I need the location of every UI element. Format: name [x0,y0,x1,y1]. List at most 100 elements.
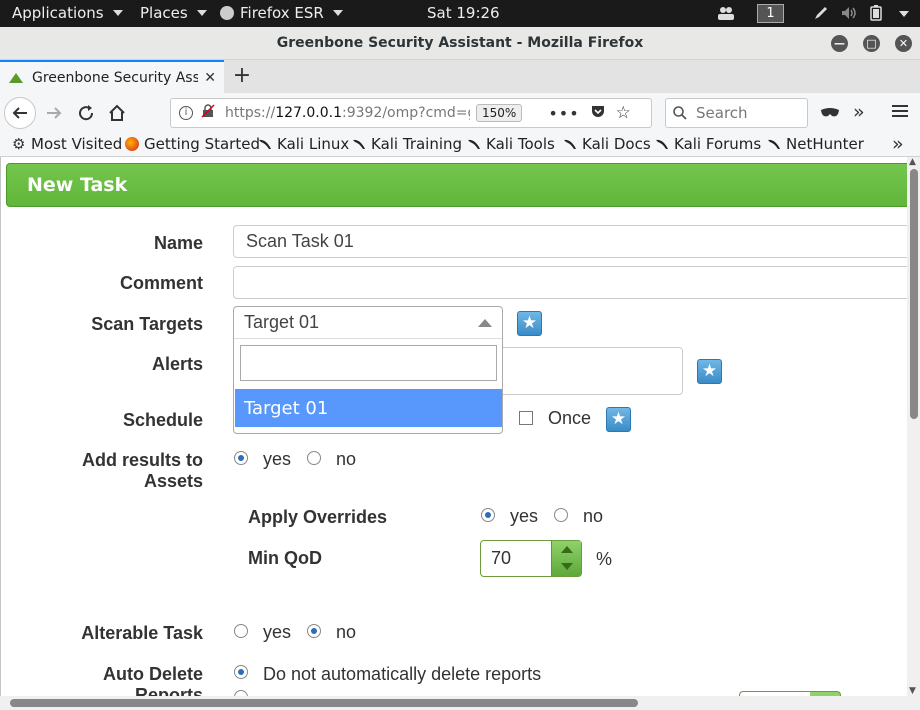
new-alert-button[interactable]: ★ [697,359,722,384]
pocket-icon[interactable] [590,103,606,123]
bookmark-kali-forums[interactable]: Kali Forums [655,135,761,153]
private-mask-icon[interactable] [820,105,840,124]
chevron-down-icon[interactable] [561,563,573,570]
apply-overrides-label: Apply Overrides [248,507,388,527]
new-tab-button[interactable]: + [230,63,254,89]
hamburger-menu-icon[interactable] [892,103,908,123]
volume-icon[interactable] [840,5,858,25]
greenbone-favicon-icon [9,72,23,83]
close-tab-icon[interactable]: ✕ [204,70,216,86]
tab-greenbone[interactable]: Greenbone Security Assis ✕ [0,60,224,93]
home-icon [109,104,125,121]
workspace-indicator[interactable]: 1 [757,4,784,23]
dropdown-search-input[interactable] [240,345,497,381]
scan-targets-label: Scan Targets [91,314,203,334]
navigation-bar: i https://127.0.0.1:9392/omp?cmd=get 150… [0,93,920,132]
bookmark-label: Kali Tools [486,135,555,153]
add-to-assets-yes-radio[interactable] [234,451,248,465]
dialog-header: New Task [6,163,907,207]
new-target-button[interactable]: ★ [517,311,542,336]
name-input-value: Scan Task 01 [246,231,354,251]
battery-icon[interactable] [870,5,882,25]
add-to-assets-label-line2: Assets [143,471,203,491]
scroll-down-icon[interactable]: ▼ [909,686,916,696]
system-menu-chevron-icon[interactable] [899,11,909,17]
chevron-down-icon [112,10,123,16]
home-button[interactable] [101,97,133,129]
close-window-button[interactable]: ✕ [895,35,912,52]
scan-targets-dropdown[interactable]: Target 01 Target 01 [233,306,503,434]
bookmark-kali-linux[interactable]: Kali Linux [258,135,349,153]
scroll-up-icon[interactable]: ▲ [909,157,916,167]
url-text[interactable]: https://127.0.0.1:9392/omp?cmd=get [225,105,470,121]
new-schedule-button[interactable]: ★ [606,407,631,432]
gear-icon: ⚙ [12,135,26,153]
places-menu[interactable]: Places [140,4,207,22]
forward-button[interactable] [38,97,70,129]
dropdown-option-target-01[interactable]: Target 01 [235,389,502,427]
reload-button[interactable] [70,97,102,129]
url-path: :9392/omp?cmd=get [341,105,470,121]
arrow-right-icon [47,107,62,119]
search-bar[interactable]: Search [665,98,808,128]
auto-delete-never-radio[interactable] [234,665,248,679]
firefox-app-menu[interactable]: Firefox ESR [220,4,343,22]
apply-overrides-yes-radio[interactable] [481,508,495,522]
alterable-yes-radio[interactable] [234,624,248,638]
schedule-once-checkbox[interactable] [519,411,533,425]
zoom-level-button[interactable]: 150% [476,104,523,122]
info-icon[interactable]: i [179,106,193,120]
url-bar[interactable]: i https://127.0.0.1:9392/omp?cmd=get 150… [170,98,652,128]
page-actions-icon[interactable]: ••• [548,104,579,123]
horizontal-scroll-thumb[interactable] [10,699,638,707]
insecure-lock-icon[interactable] [201,104,215,122]
bookmark-label: Kali Docs [582,135,651,153]
overflow-menu-icon[interactable]: » [853,101,865,123]
bookmark-nethunter[interactable]: NetHunter [767,135,864,153]
vertical-scroll-thumb[interactable] [910,169,918,419]
chevron-up-icon[interactable] [561,546,573,553]
bookmark-star-icon[interactable]: ☆ [616,103,631,123]
bookmarks-overflow-icon[interactable]: » [892,133,904,155]
min-qod-stepper[interactable]: 70 [480,540,582,577]
search-icon [673,106,687,120]
bookmark-label: Kali Linux [277,135,350,153]
alerts-select[interactable] [481,347,683,395]
bookmark-kali-tools[interactable]: Kali Tools [467,135,555,153]
maximize-button[interactable]: □ [863,35,880,52]
tab-title: Greenbone Security Assis [32,69,199,86]
bookmark-getting-started[interactable]: Getting Started [125,135,260,153]
dropdown-option-label: Target 01 [244,397,329,419]
alterable-no-radio[interactable] [307,624,321,638]
applications-menu[interactable]: Applications [12,4,123,22]
bookmark-most-visited[interactable]: ⚙ Most Visited [12,135,122,153]
url-scheme: https:// [225,105,276,121]
workspace-number: 1 [766,6,775,21]
auto-delete-label: Auto Delete Reports [41,664,203,696]
users-icon[interactable] [717,5,735,21]
name-input[interactable]: Scan Task 01 [233,225,907,258]
min-qod-label: Min QoD [248,548,322,568]
star-icon: ★ [521,313,538,333]
back-button[interactable] [4,97,36,129]
gnome-top-bar: Applications Places Firefox ESR Sat 19:2… [0,0,920,27]
apply-overrides-no-radio[interactable] [554,508,568,522]
firefox-icon [125,137,139,151]
clock[interactable]: Sat 19:26 [427,4,500,22]
alerts-label: Alerts [151,354,203,374]
schedule-label: Schedule [122,410,203,430]
add-to-assets-no-radio[interactable] [307,451,321,465]
scan-targets-selected-value: Target 01 [244,312,320,332]
pen-icon[interactable] [813,5,829,25]
vertical-scrollbar[interactable]: ▲ ▼ [907,157,920,696]
bookmark-kali-training[interactable]: Kali Training [352,135,462,153]
horizontal-scrollbar[interactable] [0,696,920,710]
close-icon: ✕ [898,37,909,50]
minimize-button[interactable]: — [831,35,848,52]
min-qod-spin-buttons [551,541,581,576]
comment-input[interactable] [233,266,907,299]
star-icon: ★ [701,361,718,381]
bookmark-kali-docs[interactable]: Kali Docs [563,135,651,153]
scan-targets-select[interactable]: Target 01 [234,307,502,339]
reload-icon [79,105,94,121]
